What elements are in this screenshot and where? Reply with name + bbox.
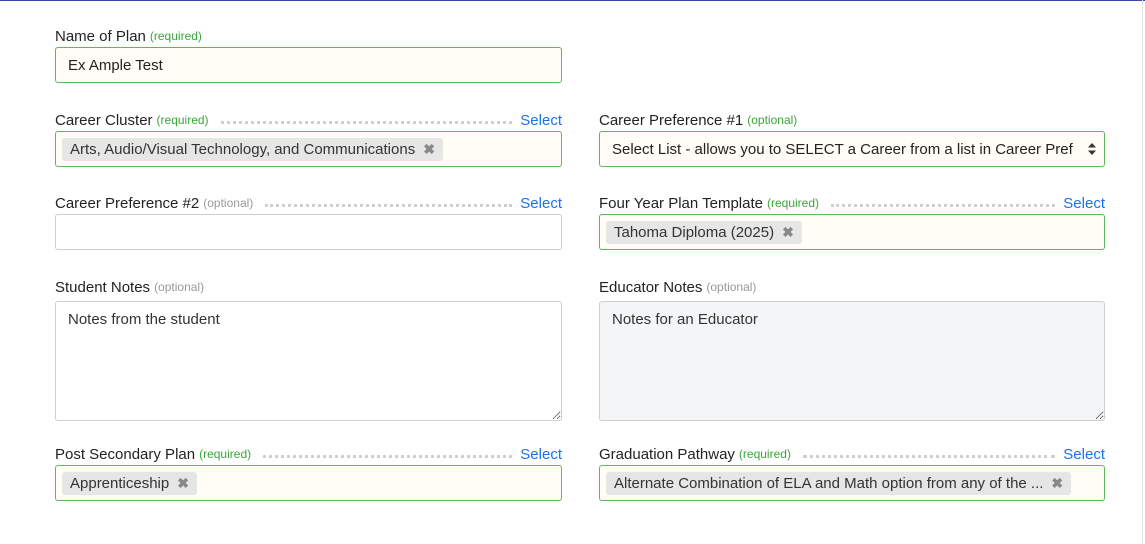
career-pref-2-input[interactable]	[56, 223, 561, 241]
educator-notes-textarea[interactable]: Notes for an Educator	[599, 301, 1105, 421]
remove-chip-icon[interactable]: ✖	[177, 475, 189, 492]
student-notes-textarea[interactable]: Notes from the student	[55, 301, 562, 421]
career-cluster-chip: Arts, Audio/Visual Technology, and Commu…	[62, 137, 443, 161]
graduation-pathway-field: Graduation Pathway (required) Select Alt…	[599, 444, 1105, 501]
required-hint: (required)	[199, 447, 252, 461]
career-cluster-field: Career Cluster (required) Select Arts, A…	[55, 110, 562, 167]
field-label: Name of Plan	[55, 27, 146, 45]
graduation-pathway-box[interactable]: Alternate Combination of ELA and Math op…	[599, 465, 1105, 501]
chip-label: Alternate Combination of ELA and Math op…	[614, 474, 1044, 492]
four-year-plan-select-link[interactable]: Select	[1063, 195, 1105, 212]
chip-label: Apprenticeship	[70, 474, 170, 492]
remove-chip-icon[interactable]: ✖	[782, 224, 794, 241]
graduation-pathway-select-link[interactable]: Select	[1063, 446, 1105, 463]
chip-label: Arts, Audio/Visual Technology, and Commu…	[70, 140, 416, 158]
four-year-plan-box[interactable]: Tahoma Diploma (2025) ✖	[599, 214, 1105, 250]
post-secondary-chip: Apprenticeship ✖	[62, 471, 197, 495]
student-notes-field: Student Notes (optional) Notes from the …	[55, 277, 562, 426]
right-border	[1142, 0, 1143, 544]
post-secondary-select-link[interactable]: Select	[520, 446, 562, 463]
four-year-plan-chip: Tahoma Diploma (2025) ✖	[606, 220, 802, 244]
educator-notes-field: Educator Notes (optional) Notes for an E…	[599, 277, 1105, 426]
top-border	[0, 0, 1145, 1]
dotted-leader	[831, 203, 1056, 207]
career-pref-1-select[interactable]: Select List - allows you to SELECT a Car…	[599, 131, 1105, 167]
post-secondary-box[interactable]: Apprenticeship ✖	[55, 465, 562, 501]
remove-chip-icon[interactable]: ✖	[1051, 475, 1063, 492]
field-label: Four Year Plan Template	[599, 194, 763, 212]
field-label: Graduation Pathway	[599, 445, 735, 463]
name-of-plan-field: Name of Plan (required)	[55, 26, 562, 83]
name-of-plan-box	[55, 47, 562, 83]
dotted-leader	[802, 454, 1056, 458]
career-pref-1-field: Career Preference #1 (optional) Select L…	[599, 110, 1105, 167]
required-hint: (required)	[156, 113, 209, 127]
select-arrows-icon	[1088, 143, 1096, 155]
name-of-plan-input[interactable]	[56, 56, 561, 74]
optional-hint: (optional)	[203, 196, 254, 210]
post-secondary-field: Post Secondary Plan (required) Select Ap…	[55, 444, 562, 501]
four-year-plan-field: Four Year Plan Template (required) Selec…	[599, 193, 1105, 250]
field-label: Career Cluster	[55, 111, 153, 129]
career-cluster-box[interactable]: Arts, Audio/Visual Technology, and Commu…	[55, 131, 562, 167]
field-label: Career Preference #2	[55, 194, 200, 212]
dotted-leader	[263, 454, 513, 458]
remove-chip-icon[interactable]: ✖	[423, 141, 435, 158]
career-pref-2-field: Career Preference #2 (optional) Select	[55, 193, 562, 250]
field-label: Career Preference #1	[599, 111, 744, 129]
field-label: Student Notes	[55, 278, 151, 296]
required-hint: (required)	[738, 447, 791, 461]
optional-hint: (optional)	[706, 280, 757, 294]
graduation-pathway-chip: Alternate Combination of ELA and Math op…	[606, 471, 1072, 495]
dotted-leader	[265, 203, 513, 207]
field-label: Educator Notes	[599, 278, 703, 296]
optional-hint: (optional)	[747, 113, 798, 127]
chip-label: Tahoma Diploma (2025)	[614, 223, 775, 241]
career-pref-2-select-link[interactable]: Select	[520, 195, 562, 212]
career-cluster-select-link[interactable]: Select	[520, 112, 562, 129]
career-pref-2-box[interactable]	[55, 214, 562, 250]
optional-hint: (optional)	[154, 280, 205, 294]
required-hint: (required)	[767, 196, 820, 210]
required-hint: (required)	[149, 29, 202, 43]
selected-option: Select List - allows you to SELECT a Car…	[612, 140, 1073, 158]
dotted-leader	[220, 120, 513, 124]
field-label: Post Secondary Plan	[55, 445, 196, 463]
